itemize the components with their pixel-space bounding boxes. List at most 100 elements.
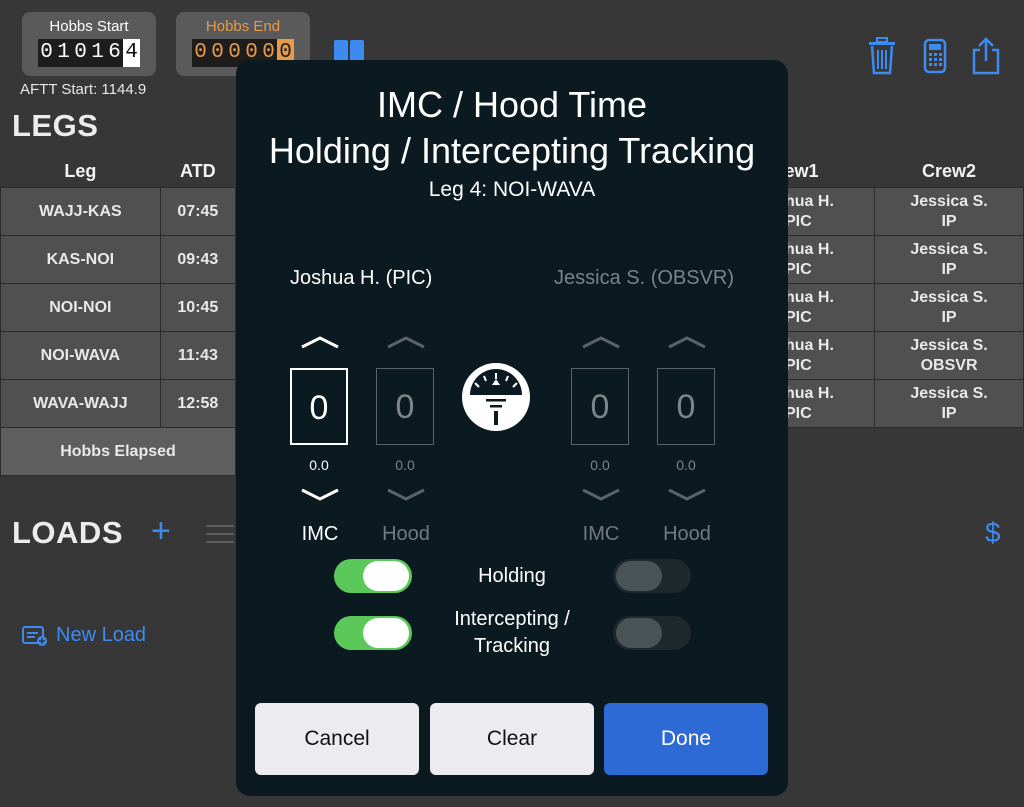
digit: 0 [72, 39, 89, 67]
table-row[interactable]: KAS-NOI 09:43 [0, 235, 237, 284]
done-button[interactable]: Done [604, 703, 768, 775]
pilot1-imc-increment-icon[interactable] [300, 335, 340, 349]
trash-icon[interactable] [866, 36, 898, 76]
pilot1-imc-hours: 0.0 [309, 457, 329, 473]
pilot2-hood-decrement-icon[interactable] [667, 488, 707, 502]
pilot2-imc-increment-icon[interactable] [581, 335, 621, 349]
crew-name: hua H. [785, 336, 834, 354]
toggle-knob [616, 618, 662, 648]
loads-title: LOADS [12, 515, 123, 550]
table-row[interactable]: hua H. PIC Jessica S. IP [775, 379, 1024, 428]
crew-name: Jessica S. [910, 288, 988, 306]
pilot1-hood-decrement-icon[interactable] [386, 488, 426, 502]
col-header-crew2: Crew2 [922, 160, 977, 181]
crew1-cell: hua H. PIC [775, 379, 876, 428]
crew1-cell: hua H. PIC [775, 187, 876, 236]
table-row[interactable]: NOI-NOI 10:45 [0, 283, 237, 332]
share-icon[interactable] [970, 36, 1002, 76]
table-row[interactable]: hua H. PIC Jessica S. OBSVR [775, 331, 1024, 380]
pilot2-intercepting-toggle[interactable] [613, 616, 691, 650]
crew2-cell: Jessica S. IP [874, 379, 1024, 428]
crew2-cell: Jessica S. IP [874, 187, 1024, 236]
attitude-indicator-icon [462, 363, 530, 431]
hobbs-end-label: Hobbs End [205, 18, 281, 35]
atd-cell: 12:58 [159, 379, 237, 428]
table-row[interactable]: hua H. PIC Jessica S. IP [775, 283, 1024, 332]
leg-cell: WAVA-WAJJ [0, 379, 161, 428]
aftt-start-label: AFTT Start: 1144.9 [20, 81, 147, 98]
crew1-cell: hua H. PIC [775, 235, 876, 284]
modal-title-line2: Holding / Intercepting Tracking [268, 130, 756, 171]
currency-icon[interactable]: $ [985, 517, 1001, 549]
table-row[interactable]: WAVA-WAJJ 12:58 [0, 379, 237, 428]
filter-sliders-icon[interactable] [204, 522, 236, 546]
table-row[interactable]: hua H. PIC Jessica S. IP [775, 235, 1024, 284]
crew1-cell: hua H. PIC [775, 331, 876, 380]
crew-name: hua H. [785, 288, 834, 306]
toggle-knob [616, 561, 662, 591]
intercepting-label-line1: Intercepting / [454, 608, 570, 630]
hobbs-elapsed-label: Hobbs Elapsed [0, 427, 236, 476]
pilot2-imc-label: IMC [582, 523, 620, 545]
pilot1-holding-toggle[interactable] [334, 559, 412, 593]
crew-role: PIC [785, 356, 812, 374]
pilot2-holding-toggle[interactable] [613, 559, 691, 593]
crew-role: PIC [785, 260, 812, 278]
intercepting-label-line2: Tracking [474, 635, 550, 657]
crew2-cell: Jessica S. IP [874, 235, 1024, 284]
crew-role: PIC [785, 212, 812, 230]
pilot2-hood-value[interactable]: 0 [657, 368, 715, 445]
pilot2-hood-label: Hood [663, 523, 711, 545]
crew-role: IP [941, 260, 957, 278]
crew-name: Jessica S. [910, 192, 988, 210]
new-load-button[interactable]: New Load [22, 624, 146, 647]
modal-title-line1: IMC / Hood Time [376, 84, 648, 125]
crew-name: Jessica S. [910, 336, 988, 354]
hobbs-elapsed-row: Hobbs Elapsed [0, 427, 236, 476]
crew-role: IP [941, 404, 957, 422]
pilot2-imc-hours: 0.0 [590, 457, 610, 473]
crew1-cell: hua H. PIC [775, 283, 876, 332]
toggle-knob [363, 561, 409, 591]
imc-hood-modal: IMC / Hood Time Holding / Intercepting T… [236, 60, 788, 796]
pilot1-imc-label: IMC [301, 523, 339, 545]
pilot1-imc-value[interactable]: 0 [290, 368, 348, 445]
pilot2-imc-decrement-icon[interactable] [581, 488, 621, 502]
table-row[interactable]: WAJJ-KAS 07:45 [0, 187, 237, 236]
cancel-button[interactable]: Cancel [255, 703, 419, 775]
digit: 0 [209, 39, 226, 67]
calculator-icon[interactable] [923, 38, 947, 74]
pilot1-hood-hours: 0.0 [395, 457, 415, 473]
pilot1-hood-value[interactable]: 0 [376, 368, 434, 445]
crew2-cell: Jessica S. OBSVR [874, 331, 1024, 380]
pilot1-intercepting-toggle[interactable] [334, 616, 412, 650]
crew-name: hua H. [785, 240, 834, 258]
hobbs-start-box[interactable]: Hobbs Start 0 1 0 1 6 4 [22, 12, 156, 76]
pilot1-hood-increment-icon[interactable] [386, 335, 426, 349]
digit: 0 [38, 39, 55, 67]
pilot2-imc-value[interactable]: 0 [571, 368, 629, 445]
legs-table-right: rew1 Crew2 hua H. PIC Jessica S. IP hua H.… [775, 155, 1024, 428]
digit: 1 [89, 39, 106, 67]
atd-cell: 10:45 [159, 283, 237, 332]
atd-cell: 09:43 [159, 235, 237, 284]
pilot1-imc-decrement-icon[interactable] [300, 488, 340, 502]
digit: 6 [106, 39, 123, 67]
crew-name: hua H. [785, 384, 834, 402]
digit: 4 [123, 39, 140, 67]
clear-button[interactable]: Clear [430, 703, 594, 775]
crew-name: Jessica S. [910, 384, 988, 402]
pilot1-name: Joshua H. (PIC) [290, 267, 433, 289]
digit: 1 [55, 39, 72, 67]
crew-role: PIC [785, 404, 812, 422]
pilot2-name: Jessica S. (OBSVR) [554, 267, 735, 289]
pilot2-hood-hours: 0.0 [676, 457, 696, 473]
pilot2-hood-increment-icon[interactable] [667, 335, 707, 349]
atd-cell: 07:45 [159, 187, 237, 236]
table-row[interactable]: hua H. PIC Jessica S. IP [775, 187, 1024, 236]
crew-role: OBSVR [920, 356, 978, 374]
add-load-icon[interactable]: + [151, 512, 171, 551]
table-row[interactable]: NOI-WAVA 11:43 [0, 331, 237, 380]
new-load-icon [22, 625, 47, 646]
col-header-leg: Leg [64, 160, 97, 181]
